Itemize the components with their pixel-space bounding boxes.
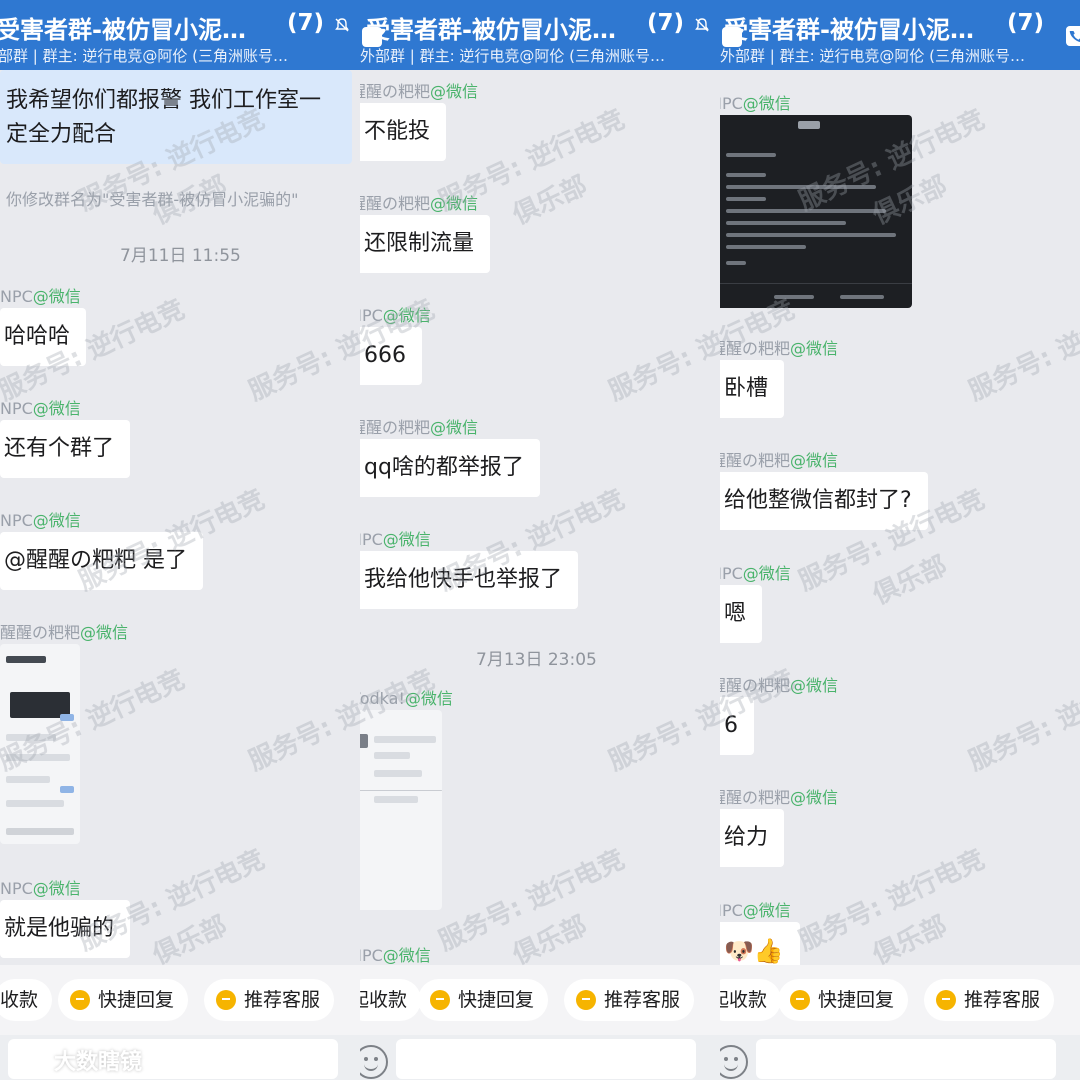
message-bubble[interactable]: qq啥的都举报了 (360, 439, 540, 497)
collect-payment-chip[interactable]: 收款 (0, 979, 53, 1021)
chat-bubble-icon (430, 990, 450, 1010)
collect-payment-chip[interactable]: 起收款 (720, 979, 782, 1021)
quick-reply-chip[interactable]: 快捷回复 (58, 979, 189, 1021)
chat-bubble-icon (216, 990, 236, 1010)
sender-name: 醒醒の粑粑@微信 (720, 451, 839, 470)
image-message-thumbnail[interactable] (360, 710, 442, 910)
brand-logo: 大数瞎镜 (10, 1044, 142, 1076)
message-bubble[interactable]: 不能投 (360, 103, 447, 161)
message-input[interactable] (396, 1039, 696, 1079)
chat-header: 受害者群-被仿冒小泥… (7) 部群 | 群主: 逆行电竞@阿伦 (三角洲账号… (0, 0, 360, 70)
message-bubble[interactable]: 给他整微信都封了? (720, 472, 928, 530)
group-title[interactable]: 受害者群-被仿冒小泥… (366, 10, 616, 45)
sender-name: 醒醒の粑粑@微信 (0, 623, 129, 642)
chat-header: 受害者群-被仿冒小泥… (7) 外部群 | 群主: 逆行电竞@阿伦 (三角洲账号… (720, 0, 1080, 70)
image-message-thumbnail[interactable] (720, 115, 912, 308)
chat-header: 受害者群-被仿冒小泥… (7) 外部群 | 群主: 逆行电竞@阿伦 (三角洲账号… (360, 0, 720, 70)
sender-name: 醒醒の粑粑@微信 (360, 194, 479, 213)
sender-name: NPC@微信 (0, 399, 81, 418)
group-subtitle: 外部群 | 群主: 逆行电竞@阿伦 (三角洲账号… (360, 47, 666, 65)
sender-name: 醒醒の粑粑@微信 (720, 788, 839, 807)
mute-bell-icon (335, 18, 349, 32)
message-list[interactable]: 醒醒の粑粑@微信 不能投 醒醒の粑粑@微信 还限制流量 NPC@微信 666 醒… (360, 70, 720, 965)
sender-name: 醒醒の粑粑@微信 (360, 82, 479, 101)
chat-bubble-icon (70, 990, 90, 1010)
sender-name: 醒醒の粑粑@微信 (720, 339, 839, 358)
sender-name: NPC@微信 (360, 306, 431, 325)
quick-action-bar: 起收款 快捷回复 推荐客服 (720, 965, 1080, 1035)
message-bubble[interactable]: 卧槽 (720, 360, 785, 418)
message-list[interactable]: 我希望你们都报警 我们工作室一定全力配合 你修改群名为"受害者群-被仿冒小泥骗的… (0, 70, 360, 965)
chat-bubble-icon (790, 990, 810, 1010)
message-input[interactable] (756, 1039, 1056, 1079)
message-bubble[interactable]: 还有个群了 (0, 420, 131, 478)
message-bubble[interactable]: 我希望你们都报警 我们工作室一定全力配合 (0, 70, 352, 164)
sender-name: NPC@微信 (360, 530, 431, 549)
member-count: (7) (286, 10, 324, 36)
chat-panel-2: 受害者群-被仿冒小泥… (7) 外部群 | 群主: 逆行电竞@阿伦 (三角洲账号… (360, 0, 720, 1080)
quick-action-bar: 起收款 快捷回复 推荐客服 (360, 965, 720, 1035)
collect-payment-chip[interactable]: 起收款 (360, 979, 422, 1021)
sender-name: NPC@微信 (720, 94, 791, 113)
emoji-icon[interactable] (360, 1045, 388, 1079)
input-bar (360, 1035, 720, 1080)
message-bubble[interactable]: 还限制流量 (360, 215, 491, 273)
message-bubble[interactable]: 就是他骗的 (0, 900, 131, 958)
sender-name: 醒醒の粑粑@微信 (360, 418, 479, 437)
recommend-service-chip[interactable]: 推荐客服 (564, 979, 695, 1021)
sender-name: NPC@微信 (720, 564, 791, 583)
recommend-service-chip[interactable]: 推荐客服 (204, 979, 335, 1021)
member-count: (7) (646, 10, 684, 36)
phone-icon[interactable] (1066, 26, 1080, 46)
message-bubble[interactable]: @醒醒の粑粑 是了 (0, 532, 203, 590)
recommend-service-chip[interactable]: 推荐客服 (924, 979, 1055, 1021)
mute-bell-icon (695, 18, 709, 32)
sender-name: 醒醒の粑粑@微信 (720, 676, 839, 695)
member-count: (7) (1006, 10, 1044, 36)
sender-name: NPC@微信 (0, 879, 81, 898)
chat-panel-3: 受害者群-被仿冒小泥… (7) 外部群 | 群主: 逆行电竞@阿伦 (三角洲账号… (720, 0, 1080, 1080)
message-bubble[interactable]: 嗯 (720, 585, 763, 643)
message-bubble[interactable]: 我给他快手也举报了 (360, 551, 579, 609)
chat-panel-1: 受害者群-被仿冒小泥… (7) 部群 | 群主: 逆行电竞@阿伦 (三角洲账号…… (0, 0, 360, 1080)
timestamp: 7月13日 23:05 (476, 650, 597, 670)
screenshot-stage: 受害者群-被仿冒小泥… (7) 部群 | 群主: 逆行电竞@阿伦 (三角洲账号…… (0, 0, 1080, 1080)
group-subtitle: 外部群 | 群主: 逆行电竞@阿伦 (三角洲账号… (720, 47, 1026, 65)
message-bubble[interactable]: 哈哈哈 (0, 308, 87, 366)
chat-bubble-icon (936, 990, 956, 1010)
sender-name: NPC@微信 (360, 946, 431, 965)
message-bubble[interactable]: 给力 (720, 809, 785, 867)
input-bar (720, 1035, 1080, 1080)
sender-name: NPC@微信 (0, 511, 81, 530)
quick-reply-chip[interactable]: 快捷回复 (778, 979, 909, 1021)
sender-name: NPC@微信 (720, 901, 791, 920)
emoji-icon[interactable] (720, 1045, 748, 1079)
timestamp: 7月11日 11:55 (120, 246, 241, 266)
message-bubble[interactable]: 6 (720, 697, 754, 755)
group-title[interactable]: 受害者群-被仿冒小泥… (724, 10, 974, 45)
group-subtitle: 部群 | 群主: 逆行电竞@阿伦 (三角洲账号… (0, 47, 289, 65)
group-title[interactable]: 受害者群-被仿冒小泥… (0, 10, 246, 45)
chat-bubble-icon (576, 990, 596, 1010)
system-notice: 你修改群名为"受害者群-被仿冒小泥骗的" (6, 190, 299, 209)
quick-action-bar: 收款 快捷回复 推荐客服 (0, 965, 360, 1035)
sender-name: NPC@微信 (0, 287, 81, 306)
brand-glyph-icon (10, 1051, 50, 1073)
sender-name: Vodka!@微信 (360, 689, 453, 708)
quick-reply-chip[interactable]: 快捷回复 (418, 979, 549, 1021)
message-list[interactable]: NPC@微信 醒醒の粑粑@微信 卧槽 醒醒の粑粑@微信 给他整微信都封了? (720, 70, 1080, 980)
message-bubble[interactable]: 666 (360, 327, 422, 385)
image-message-thumbnail[interactable] (0, 644, 80, 844)
